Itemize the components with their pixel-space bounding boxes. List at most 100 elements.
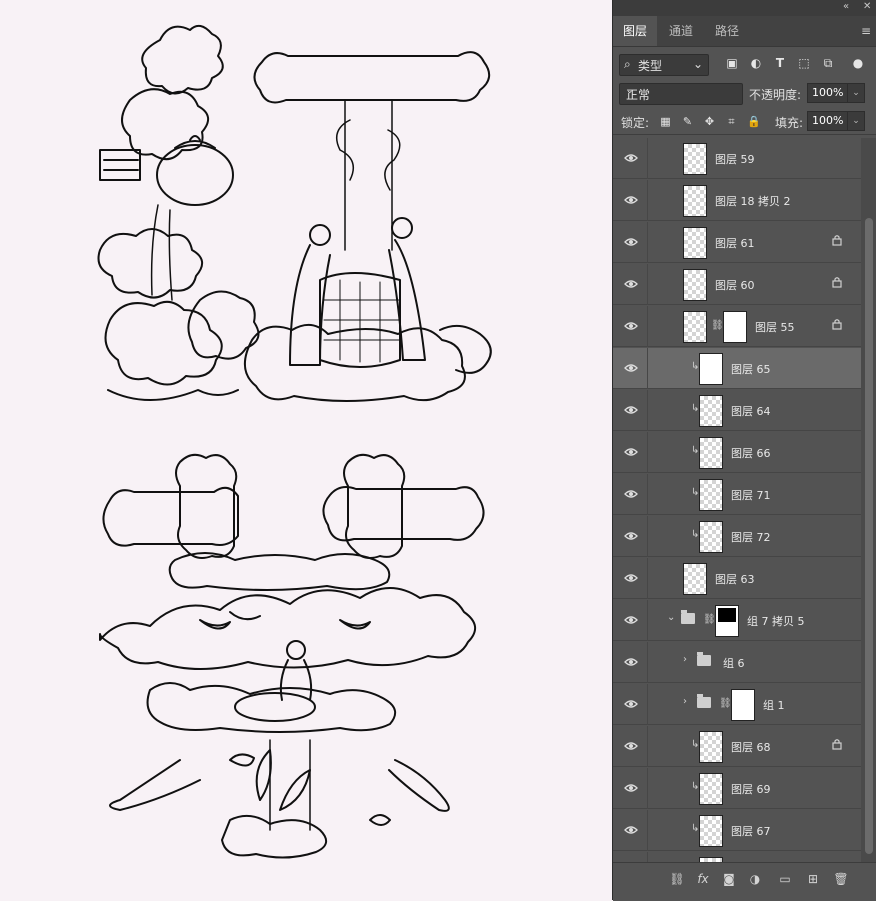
scrollbar-thumb[interactable] [865,218,873,854]
visibility-eye-icon[interactable] [624,320,638,332]
layer-row[interactable]: 图层 63 [613,558,861,599]
layer-row[interactable]: ↳ 图层 67 [613,810,861,851]
filter-toggle-icon[interactable]: ● [851,56,865,70]
layer-thumbnail[interactable] [699,521,723,553]
close-icon[interactable]: ✕ [863,1,871,12]
visibility-eye-icon[interactable] [624,740,638,752]
layer-thumbnail[interactable] [683,311,707,343]
tab-channels[interactable]: 通道 [659,16,703,46]
blend-mode-select[interactable]: 正常 ⌄ [619,83,743,105]
layer-thumbnail[interactable] [683,269,707,301]
lock-artboard-icon[interactable]: ⌗ [725,115,738,128]
new-layer-icon[interactable]: ⊞ [805,871,821,887]
collapse-icon[interactable]: « [843,1,849,12]
mask-link-icon[interactable]: ⛓ [711,320,724,331]
layer-name[interactable]: 图层 64 [731,403,771,419]
layer-name[interactable]: 组 1 [763,697,785,713]
layer-row[interactable]: 图层 18 拷贝 2 [613,180,861,221]
layer-name[interactable]: 图层 71 [731,487,771,503]
layer-mask-thumbnail[interactable] [731,689,755,721]
mask-icon[interactable]: ◙ [721,871,737,887]
fx-icon[interactable]: fx [695,871,711,887]
layer-row[interactable]: 图层 61 [613,222,861,263]
layer-thumbnail[interactable] [699,353,723,385]
layer-name[interactable]: 组 7 拷贝 5 [747,613,805,629]
layer-name[interactable]: 图层 60 [715,277,755,293]
layer-thumbnail[interactable] [683,143,707,175]
layer-group-row[interactable]: ⌄ ⛓ 组 7 拷贝 5 [613,600,861,641]
visibility-eye-icon[interactable] [624,572,638,584]
visibility-eye-icon[interactable] [624,404,638,416]
layer-thumbnail[interactable] [683,185,707,217]
layer-row[interactable]: ↳图层 73 [613,852,861,862]
fill-input[interactable]: 100% [807,111,849,131]
layer-name[interactable]: 图层 66 [731,445,771,461]
layer-row[interactable]: 图层 60 [613,264,861,305]
layer-name[interactable]: 图层 67 [731,823,771,839]
lock-image-icon[interactable]: ✎ [681,115,694,128]
group-expand-icon[interactable]: › [683,654,687,665]
visibility-eye-icon[interactable] [624,236,638,248]
layer-mask-thumbnail[interactable] [715,605,739,637]
layer-name[interactable]: 图层 69 [731,781,771,797]
layer-row[interactable]: ↳ 图层 71 [613,474,861,515]
folder-icon[interactable]: ▭ [777,871,793,887]
group-collapse-icon[interactable]: ⌄ [667,612,675,623]
visibility-eye-icon[interactable] [624,278,638,290]
layer-name[interactable]: 图层 61 [715,235,755,251]
fill-dropdown-icon[interactable]: ⌄ [847,111,865,131]
layer-row[interactable]: ↳ 图层 72 [613,516,861,557]
link-icon[interactable]: ⛓ [669,871,685,887]
visibility-eye-icon[interactable] [624,698,638,710]
opacity-input[interactable]: 100% [807,83,849,103]
layer-row[interactable]: 图层 59 [613,138,861,179]
layer-thumbnail[interactable] [699,395,723,427]
visibility-eye-icon[interactable] [624,194,638,206]
filter-type-icon[interactable]: T [773,56,787,70]
mask-link-icon[interactable]: ⛓ [703,614,716,625]
layer-row[interactable]: ↳ 图层 65 [613,348,861,389]
layer-thumbnail[interactable] [699,815,723,847]
layer-name[interactable]: 图层 63 [715,571,755,587]
filter-shape-icon[interactable]: ⬚ [797,56,811,70]
layer-name[interactable]: 组 6 [723,655,745,671]
filter-smart-object-icon[interactable]: ⧉ [821,56,835,70]
panel-menu-icon[interactable]: ≡ [861,24,871,38]
lock-position-icon[interactable]: ✥ [703,115,716,128]
visibility-eye-icon[interactable] [624,488,638,500]
group-expand-icon[interactable]: › [683,696,687,707]
layer-name[interactable]: 图层 68 [731,739,771,755]
layer-row[interactable]: ↳ 图层 68 [613,726,861,767]
layer-filter-select[interactable]: ⌕ 类型 ⌄ [619,54,709,76]
layer-name[interactable]: 图层 65 [731,361,771,377]
tab-paths[interactable]: 路径 [705,16,749,46]
visibility-eye-icon[interactable] [624,614,638,626]
filter-adjustment-icon[interactable]: ◐ [749,56,763,70]
mask-link-icon[interactable]: ⛓ [719,698,732,709]
layer-thumbnail[interactable] [683,227,707,259]
layer-mask-thumbnail[interactable] [723,311,747,343]
lock-all-icon[interactable]: 🔒 [747,115,761,128]
lock-transparent-icon[interactable]: ▦ [659,115,672,128]
layer-list-scrollbar[interactable] [861,138,876,862]
visibility-eye-icon[interactable] [624,782,638,794]
layer-row[interactable]: ↳ 图层 64 [613,390,861,431]
layer-thumbnail[interactable] [699,479,723,511]
layer-name[interactable]: 图层 55 [755,319,795,335]
layer-name[interactable]: 图层 18 拷贝 2 [715,193,791,209]
visibility-eye-icon[interactable] [624,656,638,668]
layer-name[interactable]: 图层 59 [715,151,755,167]
opacity-dropdown-icon[interactable]: ⌄ [847,83,865,103]
visibility-eye-icon[interactable] [624,152,638,164]
layer-name[interactable]: 图层 72 [731,529,771,545]
tab-layers[interactable]: 图层 [613,16,658,46]
layer-group-row[interactable]: › ⛓ 组 1 [613,684,861,725]
layer-thumbnail[interactable] [699,731,723,763]
layer-row[interactable]: ⛓ 图层 55 [613,306,861,347]
layer-thumbnail[interactable] [699,437,723,469]
visibility-eye-icon[interactable] [624,824,638,836]
layer-thumbnail[interactable] [699,773,723,805]
trash-icon[interactable]: 🗑 [833,871,849,887]
visibility-eye-icon[interactable] [624,446,638,458]
visibility-eye-icon[interactable] [624,530,638,542]
